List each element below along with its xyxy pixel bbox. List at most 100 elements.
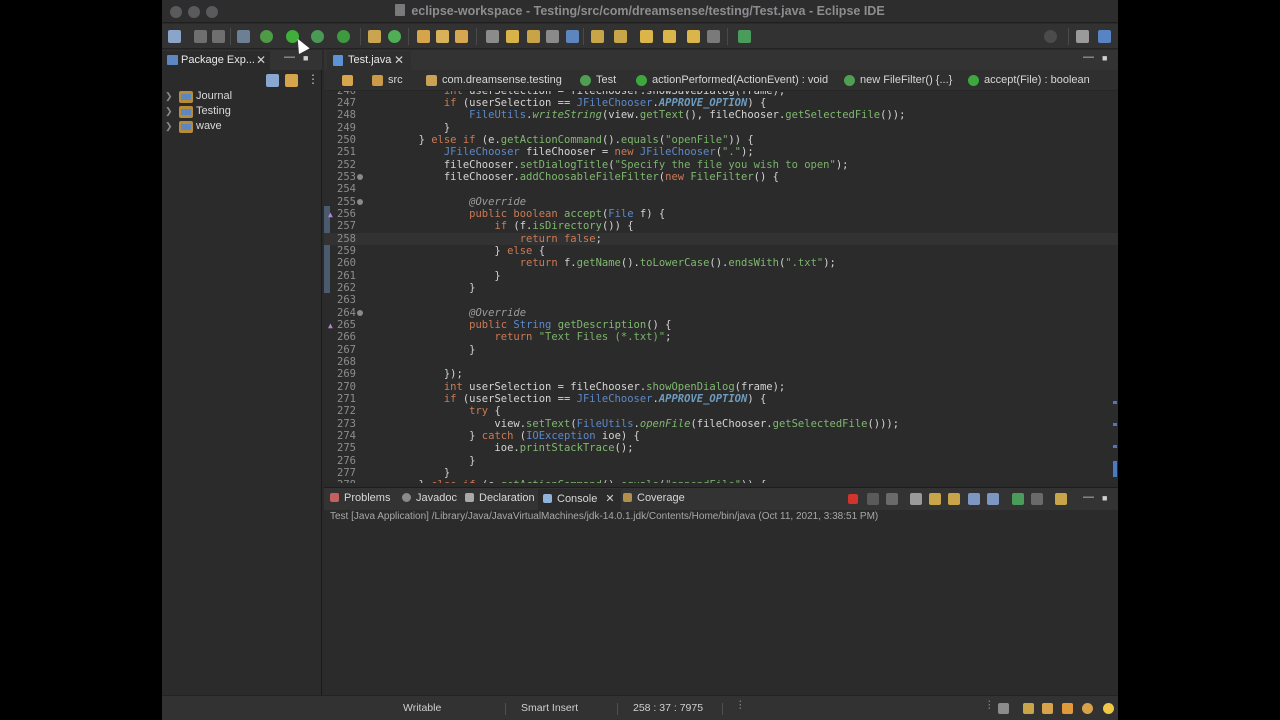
console-icon[interactable]	[738, 30, 751, 43]
highlight-icon[interactable]	[506, 30, 519, 43]
fold-icon[interactable]	[357, 199, 363, 205]
expand-arrow-icon[interactable]: ❯	[165, 91, 173, 102]
tab-declaration[interactable]: Declaration	[465, 492, 535, 504]
pencil-icon[interactable]	[1062, 703, 1073, 714]
tab-problems[interactable]: Problems	[330, 492, 390, 504]
next-annotation-icon[interactable]	[591, 30, 604, 43]
pin-icon[interactable]	[566, 30, 579, 43]
debug-icon[interactable]	[260, 30, 273, 43]
pen-icon[interactable]	[455, 30, 468, 43]
maximize-icon[interactable]: ■	[1102, 493, 1107, 503]
breadcrumb-package[interactable]: com.dreamsense.testing	[442, 74, 562, 86]
breadcrumb-class[interactable]: Test	[596, 74, 616, 86]
javadoc-icon	[402, 493, 411, 502]
breadcrumb-src[interactable]: src	[388, 74, 403, 86]
clear-console-icon[interactable]	[910, 493, 922, 505]
block-selection-icon[interactable]	[527, 30, 540, 43]
close-icon[interactable]: ✕	[256, 54, 266, 66]
back-icon[interactable]	[663, 30, 676, 43]
forward-icon[interactable]	[707, 30, 720, 43]
breadcrumb-anonymous-class[interactable]: new FileFilter() {...}	[860, 74, 952, 86]
status-menu-icon[interactable]: ⋮	[984, 699, 995, 711]
minimize-icon[interactable]: —	[1083, 491, 1094, 503]
code-line: 267 }	[337, 344, 476, 356]
toolbar-separator	[727, 28, 728, 45]
java-file-icon	[333, 55, 343, 66]
open-console-icon[interactable]	[1055, 493, 1067, 505]
word-wrap-icon[interactable]	[948, 493, 960, 505]
new-java-project-icon[interactable]	[368, 30, 381, 43]
close-icon[interactable]: ✕	[605, 493, 614, 505]
eclipse-window: eclipse-workspace - Testing/src/com/drea…	[162, 0, 1118, 720]
terminate-icon[interactable]	[848, 494, 858, 504]
remove-all-terminated-icon[interactable]	[886, 493, 898, 505]
open-type-icon[interactable]	[436, 30, 449, 43]
code-line: 271 if (userSelection == JFileChooser.AP…	[337, 393, 767, 405]
scroll-lock-icon[interactable]	[929, 493, 941, 505]
close-icon[interactable]: ✕	[394, 54, 404, 66]
new-icon[interactable]	[168, 30, 181, 43]
save-all-icon[interactable]	[212, 30, 225, 43]
open-perspective-icon[interactable]	[1076, 30, 1089, 43]
back-arrow-icon[interactable]	[687, 30, 700, 43]
save-icon[interactable]	[194, 30, 207, 43]
tree-item-project[interactable]: ❯ Testing	[162, 105, 322, 120]
expand-arrow-icon[interactable]: ❯	[165, 106, 173, 117]
status-menu-icon[interactable]: ⋮	[735, 699, 746, 711]
tip-bulb-icon[interactable]	[1103, 703, 1114, 714]
code-line: 250 } else if (e.getActionCommand().equa…	[337, 134, 754, 146]
link-with-editor-icon[interactable]	[285, 74, 298, 87]
last-edit-icon[interactable]	[640, 30, 653, 43]
tab-package-explorer[interactable]: Package Exp... ✕	[162, 51, 270, 70]
minimize-icon[interactable]: —	[1083, 51, 1094, 63]
breadcrumb-method[interactable]: actionPerformed(ActionEvent) : void	[652, 74, 828, 86]
current-line-number: 258	[337, 233, 356, 245]
minimize-icon[interactable]: —	[284, 51, 295, 63]
tab-javadoc[interactable]: Javadoc	[402, 492, 457, 504]
toggle-mark-occurrences-icon[interactable]	[486, 30, 499, 43]
tab-test-java-label: Test.java	[348, 54, 392, 66]
toolbar-separator	[230, 28, 231, 45]
settings-icon[interactable]	[1082, 703, 1093, 714]
code-area[interactable]: 246 int userSelection = fileChooser.show…	[324, 91, 1118, 483]
search-icon[interactable]	[1044, 30, 1057, 43]
status-divider	[617, 703, 618, 715]
java-perspective-icon[interactable]	[1098, 30, 1111, 43]
fold-icon[interactable]	[357, 174, 363, 180]
collapse-all-icon[interactable]	[266, 74, 279, 87]
show-whitespace-icon[interactable]	[546, 30, 559, 43]
tab-test-java[interactable]: Test.java ✕	[327, 51, 411, 70]
code-line: 254	[337, 183, 356, 195]
code-line: 272 try {	[337, 405, 501, 417]
display-selected-console-icon[interactable]	[1031, 493, 1043, 505]
tab-console[interactable]: Console ✕	[538, 489, 621, 510]
tab-coverage[interactable]: Coverage	[623, 492, 685, 504]
tasks-icon[interactable]	[1042, 703, 1053, 714]
progress-icon[interactable]	[998, 703, 1009, 714]
package-explorer-toolbar: ⋮	[162, 70, 322, 92]
remove-launch-icon[interactable]	[867, 493, 879, 505]
pin-console-icon[interactable]	[1012, 493, 1024, 505]
overview-ruler[interactable]	[1112, 91, 1118, 483]
maximize-icon[interactable]: ■	[1102, 53, 1107, 63]
view-menu-icon[interactable]: ⋮	[307, 72, 319, 86]
expand-arrow-icon[interactable]: ❯	[165, 121, 173, 132]
external-tools-icon[interactable]	[337, 30, 350, 43]
show-on-stdout-icon[interactable]	[968, 493, 980, 505]
current-code-line: 258 return false;	[324, 233, 1118, 246]
previous-annotation-icon[interactable]	[614, 30, 627, 43]
fold-icon[interactable]	[357, 310, 363, 316]
tree-item-label: Journal	[196, 90, 233, 102]
coverage-icon	[623, 493, 632, 502]
book-icon[interactable]	[1023, 703, 1034, 714]
new-package-icon[interactable]	[388, 30, 401, 43]
show-on-stderr-icon[interactable]	[987, 493, 999, 505]
skip-breakpoints-icon[interactable]	[237, 30, 250, 43]
maximize-icon[interactable]: ■	[303, 53, 308, 63]
tree-item-project[interactable]: ❯ Journal	[162, 90, 322, 105]
java-project-icon	[179, 91, 193, 103]
tree-item-project[interactable]: ❯ wave	[162, 120, 322, 135]
breadcrumb-accept[interactable]: accept(File) : boolean	[984, 74, 1090, 86]
coverage-icon[interactable]	[311, 30, 324, 43]
open-folder-icon[interactable]	[417, 30, 430, 43]
